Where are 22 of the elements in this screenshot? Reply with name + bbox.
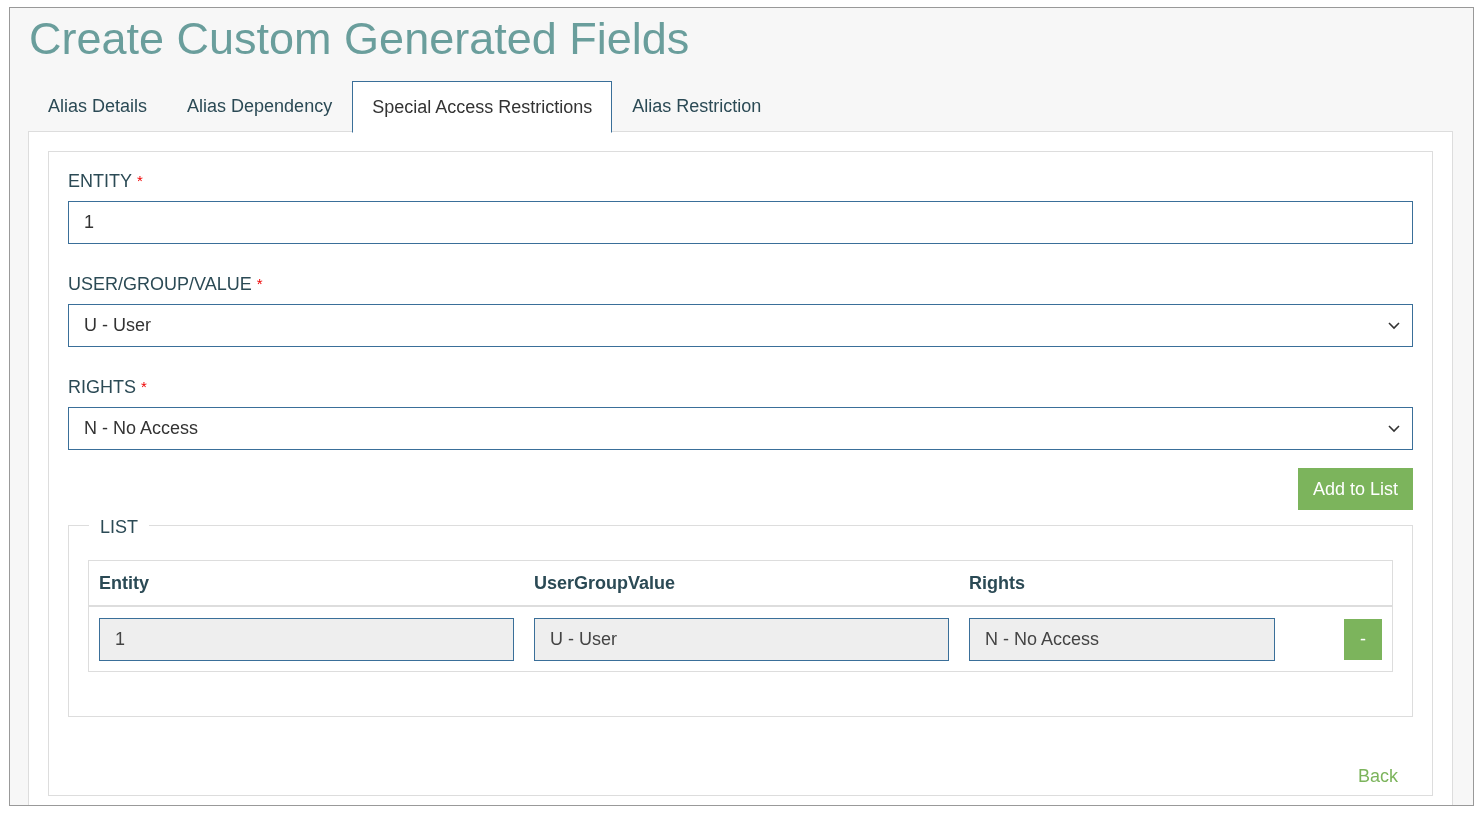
field-label: ENTITY [68, 169, 132, 193]
column-header: UserGroupValue [534, 571, 676, 595]
readonly-field: 1 [99, 617, 514, 661]
dropdown[interactable]: N - No Access [68, 407, 1413, 450]
field-label: RIGHTS [68, 375, 136, 399]
chevron-down-icon [1388, 424, 1400, 433]
text-field[interactable]: 1 [68, 201, 1413, 244]
field-label: USER/GROUP/VALUE [68, 272, 252, 296]
tab[interactable]: Alias Dependency [167, 81, 353, 132]
readonly-field: U - User [534, 617, 949, 661]
tab[interactable]: Alias Details [28, 81, 168, 132]
column-header: Rights [969, 571, 1025, 595]
chevron-down-icon [1388, 321, 1400, 330]
required-mark: * [137, 171, 143, 191]
column-header: Entity [99, 571, 149, 595]
readonly-field: N - No Access [969, 617, 1275, 661]
required-mark: * [256, 274, 263, 294]
page-title: Create Custom Generated Fields [29, 13, 690, 65]
required-mark: * [141, 377, 147, 397]
tab[interactable]: Special Access Restrictions [352, 81, 613, 133]
tab[interactable]: Alias Restriction [612, 81, 782, 132]
dropdown[interactable]: U - User [68, 304, 1413, 347]
